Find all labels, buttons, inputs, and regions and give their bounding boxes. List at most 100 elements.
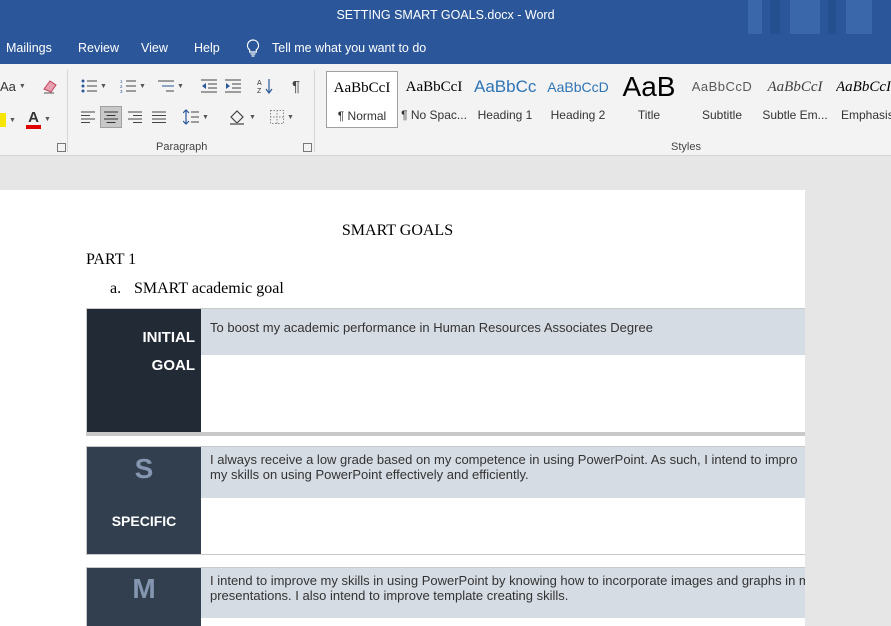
measurable-blank-cell[interactable] — [201, 618, 805, 626]
measurable-table: M I intend to improve my skills in using… — [86, 567, 805, 626]
tell-me-label: Tell me what you want to do — [272, 41, 427, 55]
style-title[interactable]: AaB Title — [616, 71, 682, 128]
style-heading-1[interactable]: AaBbCc Heading 1 — [474, 71, 536, 128]
svg-text:A: A — [257, 80, 262, 87]
document-area[interactable]: SMART GOALS PART 1 a. SMART academic goal… — [0, 157, 891, 626]
chevron-down-icon: ▼ — [100, 82, 107, 90]
specific-blank-cell[interactable] — [201, 498, 805, 554]
pilcrow-icon: ¶ — [291, 77, 301, 95]
chevron-down-icon: ▼ — [139, 82, 146, 90]
style-no-spacing[interactable]: AaBbCcI ¶ No Spac... — [400, 71, 468, 128]
font-color-button[interactable]: A ▼ — [26, 108, 51, 130]
ribbon: Aa ▼ ▼ A ▼ ▼ 1 2 3 ▼ ▼ A Z ¶ ▼ ▼ ▼ Parag… — [0, 64, 891, 156]
style-normal[interactable]: AaBbCcI ¶ Normal — [326, 71, 398, 128]
initial-goal-text-cell[interactable]: To boost my academic performance in Huma… — [201, 309, 805, 355]
svg-text:Z: Z — [257, 88, 262, 94]
specific-text-line1: I always receive a low grade based on my… — [210, 452, 798, 467]
chevron-down-icon: ▼ — [9, 116, 16, 124]
measurable-text-line2: presentations. I also intend to improve … — [210, 588, 569, 603]
measurable-text-line1: I intend to improve my skills in using P… — [210, 573, 805, 588]
style-subtitle[interactable]: AaBbCcD Subtitle — [690, 71, 754, 128]
chevron-down-icon: ▼ — [177, 82, 184, 90]
justify-button[interactable] — [149, 107, 169, 127]
style-name: ¶ Normal — [337, 109, 387, 123]
style-name: ¶ No Spac... — [401, 108, 467, 122]
highlight-color-button[interactable]: ▼ — [0, 110, 16, 130]
lightbulb-icon — [246, 39, 260, 57]
borders-button[interactable]: ▼ — [266, 107, 298, 127]
shading-button[interactable]: ▼ — [226, 107, 258, 127]
style-name: Subtitle — [701, 108, 743, 122]
bullets-icon — [81, 79, 98, 93]
chevron-down-icon: ▼ — [249, 113, 256, 121]
clear-formatting-button[interactable] — [40, 76, 60, 96]
numbering-button[interactable]: 1 2 3 ▼ — [117, 76, 149, 96]
font-color-glyph: A — [28, 108, 39, 126]
tab-help[interactable]: Help — [194, 41, 220, 55]
styles-group-label: Styles — [671, 141, 701, 153]
title-bar: SETTING SMART GOALS.docx - Word — [0, 0, 891, 34]
chevron-down-icon: ▼ — [287, 113, 294, 121]
style-sample: AaBbCcI — [333, 80, 391, 96]
style-sample: AaBbCcI — [405, 79, 463, 95]
list-item-text: SMART academic goal — [134, 280, 284, 297]
specific-label: SPECIFIC — [111, 513, 177, 529]
ribbon-tabs: Mailings Review View Help Tell me what y… — [0, 34, 891, 64]
style-subtle-emphasis[interactable]: AaBbCcI Subtle Em... — [762, 71, 828, 128]
style-name: Subtle Em... — [762, 108, 828, 122]
style-name: Heading 2 — [550, 108, 606, 122]
document-page[interactable]: SMART GOALS PART 1 a. SMART academic goal… — [0, 190, 805, 626]
part-heading: PART 1 — [86, 251, 137, 268]
specific-label-cell: S SPECIFIC — [87, 447, 201, 554]
style-sample: AaBbCcI — [767, 79, 823, 95]
align-left-icon — [81, 111, 95, 123]
style-name: Title — [637, 108, 661, 122]
paragraph-dialog-launcher-icon[interactable] — [303, 143, 312, 152]
style-emphasis[interactable]: AaBbCcI Emphasis — [836, 71, 891, 128]
show-formatting-marks-button[interactable]: ¶ — [286, 76, 306, 96]
document-title: SMART GOALS — [341, 222, 454, 239]
line-spacing-button[interactable]: ▼ — [180, 107, 212, 127]
eraser-icon — [43, 80, 57, 94]
paint-bucket-icon — [230, 110, 245, 125]
highlight-icon — [0, 113, 6, 127]
increase-indent-icon — [225, 79, 241, 93]
decrease-indent-button[interactable] — [199, 76, 219, 96]
sort-button[interactable]: A Z — [255, 76, 275, 96]
measurable-label-cell: M — [87, 568, 201, 626]
tab-mailings[interactable]: Mailings — [6, 41, 52, 55]
bullets-button[interactable]: ▼ — [78, 76, 110, 96]
measurable-letter: M — [132, 573, 156, 604]
specific-text-cell[interactable]: I always receive a low grade based on my… — [201, 447, 805, 498]
line-spacing-icon — [183, 109, 200, 125]
change-case-icon: Aa — [0, 78, 16, 94]
decrease-indent-icon — [201, 79, 217, 93]
tab-view[interactable]: View — [141, 41, 168, 55]
style-sample: AaBbCcD — [547, 79, 609, 95]
paragraph-group-label: Paragraph — [156, 141, 208, 153]
measurable-text-cell[interactable]: I intend to improve my skills in using P… — [201, 568, 805, 618]
style-sample: AaBbCcI — [836, 79, 891, 95]
style-name: Heading 1 — [477, 108, 533, 122]
initial-goal-blank-cell[interactable] — [201, 355, 805, 432]
align-center-icon — [104, 111, 118, 123]
tell-me-box[interactable]: Tell me what you want to do — [246, 39, 426, 57]
initial-goal-table: INITIAL GOAL To boost my academic perfor… — [86, 308, 805, 433]
sort-icon: A Z — [257, 79, 273, 94]
align-right-button[interactable] — [125, 107, 145, 127]
multilevel-list-button[interactable]: ▼ — [155, 76, 187, 96]
group-separator — [67, 70, 68, 152]
increase-indent-button[interactable] — [223, 76, 243, 96]
align-center-button[interactable] — [100, 106, 122, 128]
initial-goal-label-line2: GOAL — [151, 357, 195, 374]
tab-review[interactable]: Review — [78, 41, 119, 55]
chevron-down-icon: ▼ — [18, 82, 26, 90]
style-heading-2[interactable]: AaBbCcD Heading 2 — [546, 71, 610, 128]
justify-icon — [152, 111, 166, 123]
group-separator — [314, 70, 315, 152]
align-left-button[interactable] — [78, 107, 98, 127]
borders-icon — [270, 110, 285, 124]
change-case-button[interactable]: Aa ▼ — [0, 76, 26, 96]
font-dialog-launcher-icon[interactable] — [57, 143, 66, 152]
window-title: SETTING SMART GOALS.docx - Word — [336, 8, 555, 22]
